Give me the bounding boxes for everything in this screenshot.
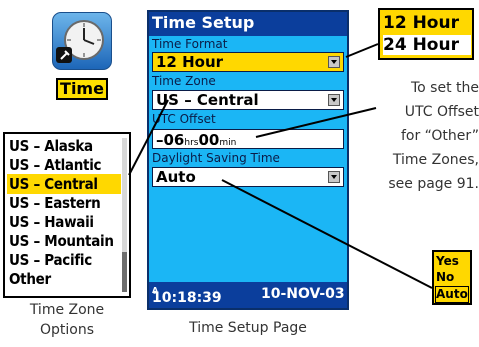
- time-zone-value: US – Central: [156, 91, 259, 109]
- dst-label: Daylight Saving Time: [152, 151, 280, 165]
- dst-field[interactable]: Auto: [152, 167, 344, 187]
- time-app-label: Time: [56, 78, 108, 100]
- time-format-options[interactable]: 12 Hour 24 Hour: [378, 8, 474, 60]
- list-item[interactable]: US – Alaska: [7, 136, 121, 156]
- list-item[interactable]: Other: [7, 269, 121, 289]
- dropdown-arrow-icon: [328, 56, 340, 68]
- utc-offset-note: To set the UTC Offset for “Other” Time Z…: [388, 80, 479, 192]
- time-setup-screen: Time Setup Time Format 12 Hour Time Zone…: [147, 10, 349, 310]
- zone-list-caption: Time Zone Options: [29, 302, 105, 338]
- list-item[interactable]: US – Pacific: [7, 250, 121, 270]
- screen-caption: Time Setup Page: [189, 320, 307, 336]
- list-item[interactable]: US – Mountain: [7, 231, 121, 251]
- time-zone-field[interactable]: US – Central: [152, 90, 344, 110]
- time-zone-options-list[interactable]: US – Alaska US – Atlantic US – Central U…: [3, 132, 131, 298]
- option-yes[interactable]: Yes: [436, 254, 470, 269]
- option-auto[interactable]: Auto: [435, 286, 469, 303]
- leader-line: [345, 43, 379, 58]
- dst-value: Auto: [156, 168, 196, 186]
- dropdown-arrow-icon: [328, 94, 340, 106]
- list-item[interactable]: US – Eastern: [7, 193, 121, 213]
- status-time: 10:18:39 A: [152, 286, 222, 306]
- time-app-icon[interactable]: Time: [50, 10, 116, 102]
- option-24-hour[interactable]: 24 Hour: [383, 35, 471, 55]
- list-item[interactable]: US – Hawaii: [7, 212, 121, 232]
- dst-options[interactable]: Yes No Auto: [432, 250, 472, 305]
- page-title: Time Setup: [152, 13, 255, 32]
- dropdown-arrow-icon: [328, 171, 340, 183]
- time-format-field[interactable]: 12 Hour: [152, 52, 344, 72]
- option-no[interactable]: No: [436, 270, 470, 285]
- list-item[interactable]: US – Atlantic: [7, 155, 121, 175]
- utc-offset-value: –06hrs00min: [156, 131, 237, 149]
- list-item-selected[interactable]: US – Central: [7, 174, 121, 194]
- title-bar: Time Setup: [149, 12, 347, 36]
- utc-offset-label: UTC Offset: [152, 112, 216, 126]
- option-12-hour[interactable]: 12 Hour: [383, 13, 471, 33]
- status-bar: 10:18:39 A 10-NOV-03: [149, 282, 347, 308]
- scrollbar-thumb[interactable]: [122, 252, 127, 292]
- clock-icon: [52, 12, 112, 70]
- utc-offset-field[interactable]: –06hrs00min: [152, 129, 344, 149]
- time-format-value: 12 Hour: [156, 53, 224, 71]
- status-date: 10-NOV-03: [261, 286, 345, 302]
- time-format-label: Time Format: [152, 37, 228, 51]
- time-zone-label: Time Zone: [152, 74, 216, 88]
